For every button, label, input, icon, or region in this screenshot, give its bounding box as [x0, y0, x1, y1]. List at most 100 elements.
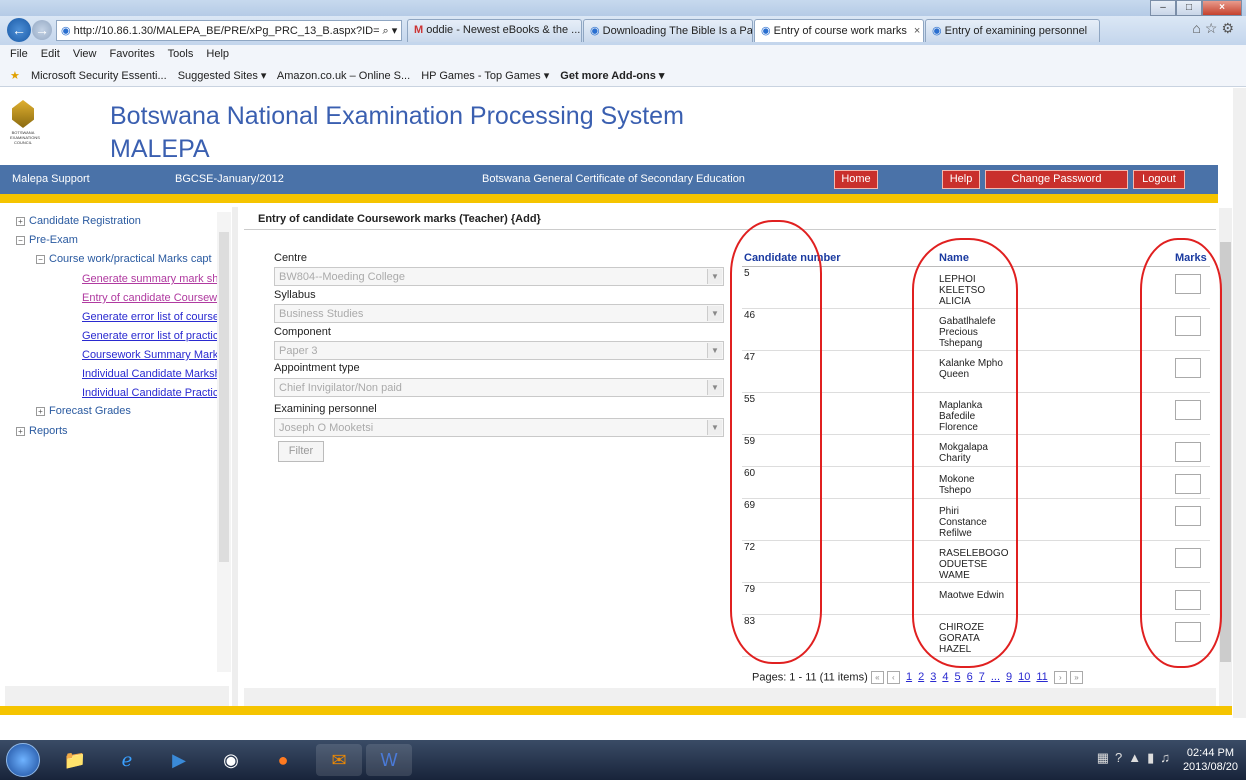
- page-link[interactable]: 2: [918, 671, 924, 683]
- component-select[interactable]: Paper 3 ▼: [274, 341, 724, 360]
- fav-hp-games[interactable]: HP Games - Top Games ▾: [421, 70, 549, 82]
- page-link[interactable]: 9: [1006, 671, 1012, 683]
- main-horizontal-scrollbar[interactable]: [244, 688, 1216, 706]
- maximize-icon[interactable]: □: [1176, 0, 1202, 16]
- tree-item-generate-summary[interactable]: Generate summary mark she: [82, 270, 224, 289]
- page-link[interactable]: 3: [930, 671, 936, 683]
- tree-item-error-coursework[interactable]: Generate error list of coursev: [82, 308, 224, 327]
- expand-icon[interactable]: +: [16, 426, 25, 436]
- favorites-star-icon[interactable]: ☆: [1205, 20, 1222, 36]
- page-link[interactable]: 11: [1036, 671, 1047, 683]
- tree-scrollbar[interactable]: [217, 212, 231, 672]
- tree-forecast-grades[interactable]: + Forecast Grades: [36, 402, 131, 421]
- expand-icon[interactable]: +: [36, 406, 45, 416]
- page-link[interactable]: 10: [1018, 671, 1030, 683]
- annotation-marks-column: [1140, 238, 1222, 668]
- settings-gear-icon[interactable]: ⚙: [1221, 20, 1238, 36]
- tree-item-error-practical[interactable]: Generate error list of practic: [82, 327, 218, 346]
- panel-splitter[interactable]: [232, 207, 238, 707]
- home-button[interactable]: Home: [834, 170, 878, 189]
- exam-name-label: Botswana General Certificate of Secondar…: [482, 173, 745, 185]
- media-player-icon[interactable]: ▶: [156, 744, 202, 776]
- scroll-thumb[interactable]: [219, 232, 229, 562]
- menu-view[interactable]: View: [73, 48, 97, 60]
- fav-suggested-sites[interactable]: Suggested Sites ▾: [178, 70, 267, 82]
- examining-personnel-select[interactable]: Joseph O Mooketsi ▼: [274, 418, 724, 437]
- tree-item-entry-coursework[interactable]: Entry of candidate Coursewo: [82, 289, 223, 308]
- forward-icon[interactable]: →: [32, 20, 52, 40]
- help-button[interactable]: Help: [942, 170, 980, 189]
- favorites-star-icon[interactable]: ★: [10, 70, 20, 82]
- battery-icon[interactable]: ▦: [1097, 750, 1115, 765]
- internet-explorer-icon[interactable]: ℯ: [104, 744, 150, 776]
- logout-button[interactable]: Logout: [1133, 170, 1185, 189]
- page-link[interactable]: ...: [991, 671, 1000, 683]
- word-icon[interactable]: W: [366, 744, 412, 776]
- help-icon[interactable]: ?: [1115, 750, 1128, 765]
- tree-pre-exam[interactable]: − Pre-Exam: [16, 231, 78, 250]
- first-page-icon[interactable]: «: [870, 671, 884, 684]
- tree-item-individual-practical[interactable]: Individual Candidate Practical: [82, 384, 227, 403]
- start-button[interactable]: [6, 743, 40, 777]
- tab-close-icon[interactable]: ×: [914, 25, 920, 37]
- chevron-down-icon[interactable]: ▼: [707, 380, 722, 395]
- firefox-icon[interactable]: ●: [260, 744, 306, 776]
- tab-oddie[interactable]: M oddie - Newest eBooks & the ...: [407, 19, 582, 42]
- tab-bible[interactable]: ◉ Downloading The Bible Is a Par...: [583, 19, 753, 42]
- fav-security-essentials[interactable]: Microsoft Security Essenti...: [31, 70, 167, 82]
- component-label: Component: [274, 326, 331, 338]
- tree-candidate-registration[interactable]: + Candidate Registration: [16, 212, 141, 231]
- expand-icon[interactable]: +: [16, 216, 25, 226]
- menu-tools[interactable]: Tools: [168, 48, 194, 60]
- close-icon[interactable]: ×: [1202, 0, 1242, 16]
- chevron-down-icon[interactable]: ▼: [707, 343, 722, 358]
- filter-button[interactable]: Filter: [278, 441, 324, 462]
- centre-select[interactable]: BW804--Moeding College ▼: [274, 267, 724, 286]
- tab-coursework-marks[interactable]: ◉ Entry of course work marks ×: [754, 19, 924, 42]
- tree-horizontal-scrollbar[interactable]: [5, 686, 229, 706]
- menu-help[interactable]: Help: [206, 48, 229, 60]
- appointment-type-select[interactable]: Chief Invigilator/Non paid ▼: [274, 378, 724, 397]
- tree-coursework[interactable]: − Course work/practical Marks capt: [36, 250, 212, 269]
- emblem-icon: [12, 100, 34, 128]
- volume-icon[interactable]: ♫: [1160, 750, 1176, 765]
- outlook-icon[interactable]: ✉: [316, 744, 362, 776]
- page-links: 1 2 3 4 5 6 7... 9 10 11: [903, 671, 1051, 683]
- address-bar[interactable]: ◉ http://10.86.1.30/MALEPA_BE/PRE/xPg_PR…: [56, 20, 402, 41]
- collapse-icon[interactable]: −: [36, 254, 45, 264]
- tree-item-coursework-summary[interactable]: Coursework Summary Marksh: [82, 346, 230, 365]
- tree-reports[interactable]: + Reports: [16, 422, 68, 441]
- page-link[interactable]: 4: [942, 671, 948, 683]
- clock-date: 2013/08/20: [1182, 761, 1238, 773]
- tab-examining-personnel[interactable]: ◉ Entry of examining personnel: [925, 19, 1100, 42]
- last-page-icon[interactable]: »: [1069, 671, 1083, 684]
- syllabus-select[interactable]: Business Studies ▼: [274, 304, 724, 323]
- collapse-icon[interactable]: −: [16, 235, 25, 245]
- tray-expand-icon[interactable]: ▲: [1128, 750, 1147, 765]
- menu-favorites[interactable]: Favorites: [110, 48, 155, 60]
- fav-amazon[interactable]: Amazon.co.uk – Online S...: [277, 70, 410, 82]
- hp-icon[interactable]: ◉: [208, 744, 254, 776]
- tree-item-individual-marksheet[interactable]: Individual Candidate Markshe: [82, 365, 227, 384]
- back-icon[interactable]: ←: [7, 18, 31, 42]
- minimize-icon[interactable]: –: [1150, 0, 1176, 16]
- page-link[interactable]: 6: [967, 671, 973, 683]
- menu-edit[interactable]: Edit: [41, 48, 60, 60]
- page-link[interactable]: 5: [954, 671, 960, 683]
- chevron-down-icon[interactable]: ▼: [707, 306, 722, 321]
- page-title: Botswana National Examination Processing…: [110, 100, 684, 166]
- network-icon[interactable]: ▮: [1147, 750, 1160, 765]
- page-link[interactable]: 7: [979, 671, 985, 683]
- prev-page-icon[interactable]: ‹: [886, 671, 900, 684]
- clock[interactable]: 02:44 PM 2013/08/20: [1183, 746, 1238, 774]
- fav-add-ons[interactable]: Get more Add-ons ▾: [560, 70, 664, 82]
- page-link[interactable]: 1: [906, 671, 912, 683]
- page-vertical-scrollbar[interactable]: [1233, 88, 1246, 718]
- explorer-folder-icon[interactable]: 📁: [52, 744, 98, 776]
- chevron-down-icon[interactable]: ▼: [707, 269, 722, 284]
- change-password-button[interactable]: Change Password: [985, 170, 1128, 189]
- chevron-down-icon[interactable]: ▼: [707, 420, 722, 435]
- menu-file[interactable]: File: [10, 48, 28, 60]
- next-page-icon[interactable]: ›: [1053, 671, 1067, 684]
- home-icon[interactable]: ⌂: [1192, 20, 1204, 36]
